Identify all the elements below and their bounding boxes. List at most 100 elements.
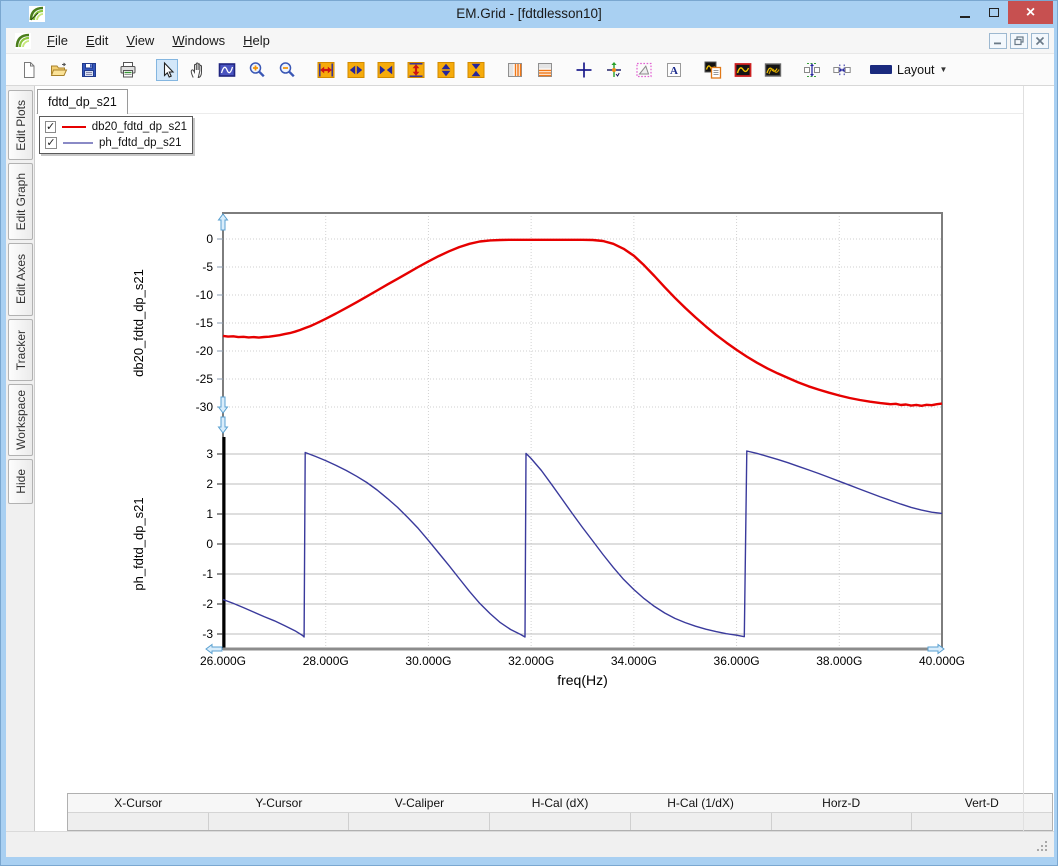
magnitude-trace (223, 240, 942, 406)
expand-y-axis-icon (407, 61, 425, 79)
sidebar-tab-label: Tracker (14, 330, 28, 370)
resize-grip[interactable] (1037, 841, 1048, 852)
menubar: FileEditViewWindowsHelp (6, 28, 1054, 54)
content-area: Edit Plots Edit Graph Edit Axes Tracker Work… (6, 86, 1054, 831)
zoom-in-y-axis-icon (467, 61, 485, 79)
minimize-button[interactable] (950, 1, 979, 24)
tracker-tool[interactable] (603, 59, 625, 81)
phase-y-tick-label: -3 (202, 627, 213, 641)
zoom-region-tool[interactable] (216, 59, 238, 81)
plot-region: 0-5-10-15-20-25-303210-1-2-326.000G28.00… (131, 201, 971, 701)
mag-y-tick-label: -5 (202, 260, 213, 274)
measurement-value-cell (489, 813, 630, 830)
toolbar-group (315, 59, 487, 81)
maximize-button[interactable] (979, 1, 1008, 24)
print-tool[interactable] (117, 59, 139, 81)
open-file-tool[interactable] (48, 59, 70, 81)
add-text-tool[interactable]: A (663, 59, 685, 81)
align-horizontal-icon (833, 61, 851, 79)
zoom-in-icon (248, 61, 266, 79)
sidebar-tab-edit-plots[interactable]: Edit Plots (8, 90, 33, 160)
axis-pan-arrow[interactable] (219, 417, 228, 433)
legend-checkbox[interactable]: ✓ (45, 121, 56, 133)
phase-y-axis-title: ph_fdtd_dp_s21 (131, 497, 146, 590)
zoom-out-y-axis-tool[interactable] (435, 59, 457, 81)
axis-pan-arrow[interactable] (219, 397, 228, 413)
mag-y-axis-title: db20_fdtd_dp_s21 (131, 269, 146, 377)
measurement-value-cell (208, 813, 349, 830)
close-button[interactable]: × (1008, 1, 1053, 24)
maximize-icon (989, 8, 999, 17)
legend-item: ✓ph_fdtd_dp_s21 (40, 135, 192, 151)
select-arrow-tool[interactable] (156, 59, 178, 81)
layout-menu-label: Layout (897, 63, 935, 77)
menu-item-edit[interactable]: Edit (77, 29, 117, 52)
zoom-in-x-axis-tool[interactable] (375, 59, 397, 81)
sidebar-tab-tracker[interactable]: Tracker (8, 319, 33, 381)
measurement-value-cell (630, 813, 771, 830)
plot-document-tool[interactable] (702, 59, 724, 81)
edit-plot-icon (734, 61, 752, 79)
edit-plot-tool[interactable] (732, 59, 754, 81)
mag-y-tick-label: -20 (196, 344, 214, 358)
x-tick-label: 28.000G (303, 654, 349, 668)
close-icon: × (1026, 5, 1035, 21)
sidebar-tab-workspace[interactable]: Workspace (8, 384, 33, 456)
x-tick-label: 40.000G (919, 654, 965, 668)
plot-document-icon (704, 61, 722, 79)
pan-hand-tool[interactable] (186, 59, 208, 81)
measurement-value-cell (68, 813, 208, 830)
x-axis-title: freq(Hz) (557, 672, 608, 688)
menu-item-help[interactable]: Help (234, 29, 279, 52)
layout-menu-button[interactable]: Layout▼ (870, 63, 947, 77)
save-file-tool[interactable] (78, 59, 100, 81)
caliper-tool[interactable] (633, 59, 655, 81)
sidebar-tab-hide[interactable]: Hide (8, 459, 33, 504)
menu-item-file[interactable]: File (38, 29, 77, 52)
x-tick-label: 38.000G (816, 654, 862, 668)
sidebar-tab-edit-graph[interactable]: Edit Graph (8, 163, 33, 240)
zoom-in-y-axis-tool[interactable] (465, 59, 487, 81)
titlebar[interactable]: EM.Grid - [fdtdlesson10] × (1, 1, 1057, 28)
horizontal-grid-tool[interactable] (534, 59, 556, 81)
mdi-restore-icon (1014, 36, 1024, 46)
cross-cursor-tool[interactable] (573, 59, 595, 81)
sidebar: Edit Plots Edit Graph Edit Axes Tracker Work… (6, 86, 35, 831)
zoom-out-x-axis-tool[interactable] (345, 59, 367, 81)
sidebar-tab-label: Edit Plots (14, 100, 28, 151)
mdi-minimize-button[interactable] (989, 33, 1007, 49)
plot-frame (223, 213, 942, 649)
measurement-value-cell (771, 813, 912, 830)
legend-checkbox[interactable]: ✓ (45, 137, 57, 149)
new-document-tool[interactable] (18, 59, 40, 81)
toolbar-group (801, 59, 853, 81)
measurement-value-cell (911, 813, 1052, 830)
measurement-headers: X-CursorY-CursorV-CaliperH-Cal (dX)H-Cal… (68, 794, 1052, 812)
toolbar-group (702, 59, 784, 81)
align-horizontal-tool[interactable] (831, 59, 853, 81)
toolbar-group: Layout▼ (870, 63, 947, 77)
align-vertical-tool[interactable] (801, 59, 823, 81)
menu-item-windows[interactable]: Windows (163, 29, 234, 52)
axis-pan-arrow[interactable] (206, 645, 222, 654)
toolbar-group (18, 59, 100, 81)
vertical-grid-tool[interactable] (504, 59, 526, 81)
x-tick-label: 26.000G (200, 654, 246, 668)
plot-document-area: fdtd_dp_s21 ✓db20_fdtd_dp_s21✓ph_fdtd_dp… (36, 86, 1054, 831)
menu-item-view[interactable]: View (117, 29, 163, 52)
expand-x-axis-tool[interactable] (315, 59, 337, 81)
axis-pan-arrow[interactable] (219, 214, 228, 230)
client-area: FileEditViewWindowsHelp A Layout▼ Edit Pl… (6, 28, 1054, 857)
mdi-close-button[interactable] (1031, 33, 1049, 49)
zoom-out-y-axis-icon (437, 61, 455, 79)
multi-plot-tool[interactable] (762, 59, 784, 81)
document-tab-fdtd-dp-s21[interactable]: fdtd_dp_s21 (37, 89, 128, 114)
zoom-out-tool[interactable] (276, 59, 298, 81)
expand-y-axis-tool[interactable] (405, 59, 427, 81)
sidebar-tab-edit-axes[interactable]: Edit Axes (8, 243, 33, 316)
child-window-edge (1023, 86, 1024, 831)
mdi-restore-button[interactable] (1010, 33, 1028, 49)
zoom-in-tool[interactable] (246, 59, 268, 81)
measurement-panel: X-CursorY-CursorV-CaliperH-Cal (dX)H-Cal… (67, 793, 1053, 831)
measurement-column-header: H-Cal (1/dX) (630, 794, 771, 812)
